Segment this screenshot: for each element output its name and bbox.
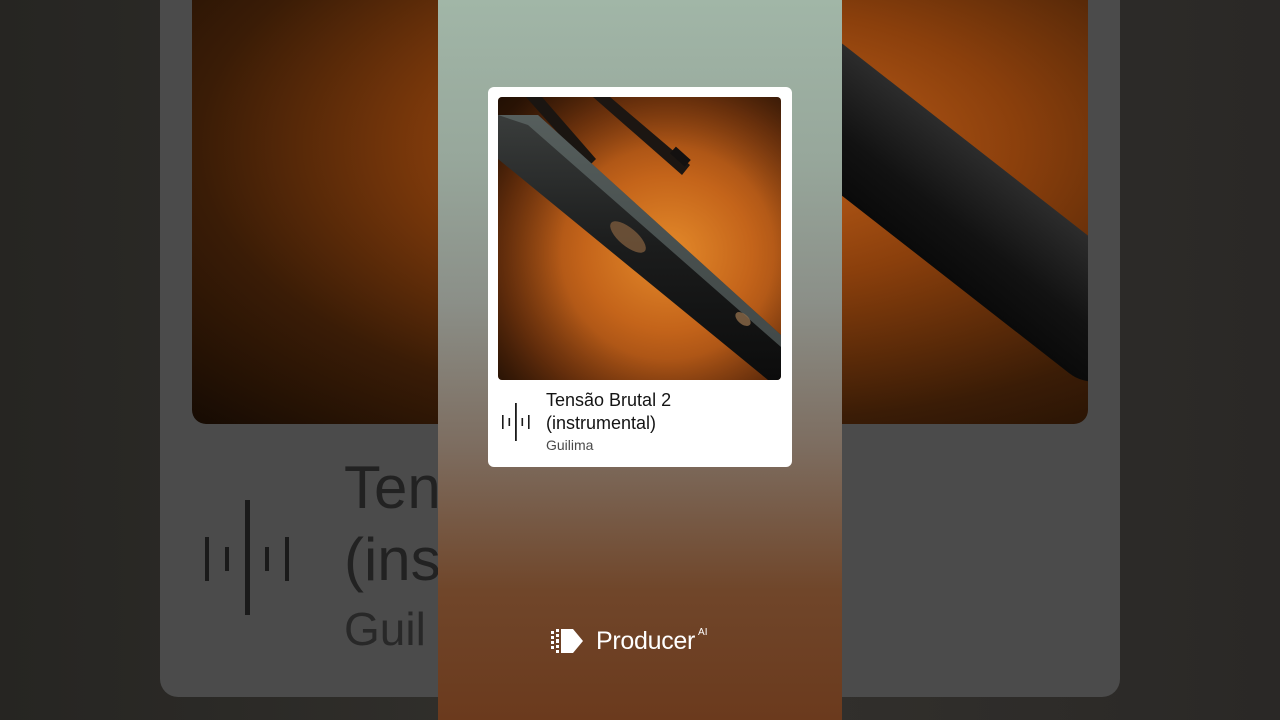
brand-name: Producer — [596, 626, 696, 655]
background-title: Ten (ins — [344, 454, 441, 593]
track-title-line1: Tensão Brutal 2 — [546, 390, 672, 410]
background-waveform-icon — [205, 500, 289, 615]
artwork-image — [498, 97, 781, 380]
track-title-line2: (instrumental) — [546, 413, 657, 433]
producer-logo-icon — [551, 629, 583, 653]
track-artist[interactable]: Guilima — [546, 437, 593, 453]
album-artwork — [498, 97, 781, 380]
background-artist: Guil — [344, 603, 426, 655]
track-card[interactable]: Tensão Brutal 2 (instrumental) Guilima — [488, 87, 792, 467]
waveform-icon — [502, 403, 530, 441]
track-title: Tensão Brutal 2 (instrumental) — [546, 389, 776, 435]
producer-logo: Producer AI — [551, 625, 708, 657]
brand-suffix: AI — [698, 627, 708, 638]
